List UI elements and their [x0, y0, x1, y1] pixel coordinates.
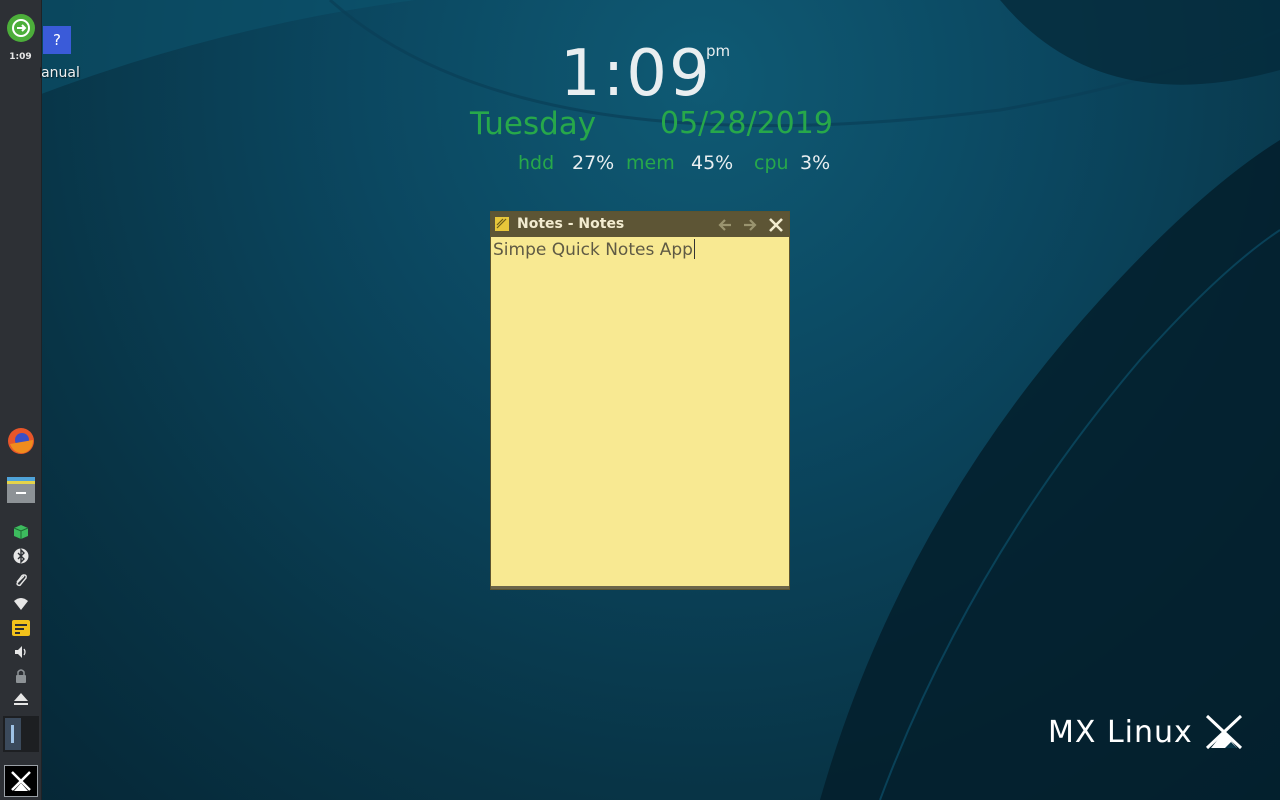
lock-icon[interactable]: [0, 667, 41, 685]
file-manager-icon[interactable]: [0, 474, 41, 506]
text-caret: [693, 239, 695, 259]
mx-logo-mark-icon: [1205, 714, 1242, 750]
conky-stat-hdd-value: 27%: [572, 152, 614, 174]
close-icon[interactable]: [766, 215, 786, 235]
package-icon[interactable]: [0, 523, 41, 541]
mx-logo-text: MX Linux: [1048, 714, 1193, 750]
notes-content: Simpe Quick Notes App: [493, 240, 693, 260]
conky-day: Tuesday: [470, 106, 597, 142]
conky-stat-hdd: hdd: [518, 152, 554, 174]
manual-desktop-icon[interactable]: ? Manual: [40, 26, 93, 86]
volume-icon[interactable]: [0, 643, 41, 661]
conky-stat-mem: mem: [626, 152, 675, 174]
side-panel: 1:09: [0, 0, 42, 800]
network-icon[interactable]: [0, 595, 41, 613]
notes-window-title: Notes - Notes: [517, 216, 625, 232]
arrow-left-icon[interactable]: [715, 215, 735, 235]
notes-titlebar[interactable]: Notes - Notes: [491, 212, 789, 237]
arrow-right-icon[interactable]: [740, 215, 760, 235]
panel-clock[interactable]: 1:09: [0, 52, 41, 62]
stat-label: cpu: [754, 152, 789, 174]
desktop: 1:09 ? anual 1:09 pm Tuesday 05/28/2019 …: [0, 0, 1280, 800]
stat-value: 45%: [691, 152, 734, 174]
logout-icon[interactable]: [0, 13, 41, 43]
conky-ampm: pm: [706, 42, 731, 60]
notes-tray-icon[interactable]: [0, 618, 41, 638]
eject-icon[interactable]: [0, 690, 41, 708]
conky-stat-cpu-value: 3%: [800, 152, 830, 174]
workspace-pager[interactable]: [0, 716, 41, 752]
mx-linux-logo: MX Linux: [1048, 714, 1247, 750]
help-icon: ?: [43, 26, 71, 54]
clipboard-icon[interactable]: [0, 571, 41, 589]
manual-label: Manual: [40, 65, 80, 81]
conky-date: 05/28/2019: [660, 106, 833, 141]
conky-stat-cpu: cpu: [754, 152, 789, 174]
stat-label: hdd: [518, 152, 555, 174]
stat-value: 3%: [800, 152, 831, 174]
notes-bottom-border: [491, 586, 789, 589]
notes-text-area[interactable]: Simpe Quick Notes App: [493, 238, 787, 585]
bluetooth-icon[interactable]: [0, 547, 41, 565]
conky-time: 1:09: [560, 37, 712, 111]
firefox-icon[interactable]: [0, 425, 41, 457]
notes-window[interactable]: Notes - Notes Simpe Quick Notes App: [490, 211, 790, 590]
notes-app-icon: [495, 217, 509, 231]
conky-stat-mem-value: 45%: [691, 152, 733, 174]
stat-value: 27%: [572, 152, 615, 174]
stat-label: mem: [626, 152, 675, 174]
mx-menu-icon[interactable]: [0, 764, 41, 798]
